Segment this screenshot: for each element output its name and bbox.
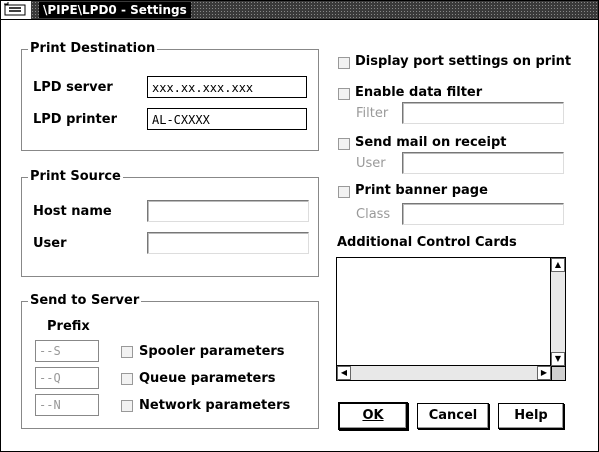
- spooler-parameters-label: Spooler parameters: [139, 344, 285, 359]
- cancel-button-label: Cancel: [428, 408, 478, 423]
- mail-user-field[interactable]: [402, 152, 564, 174]
- queue-parameters-checkbox[interactable]: [121, 373, 133, 385]
- print-banner-checkbox[interactable]: [338, 186, 350, 198]
- print-destination-group: Print Destination: [21, 41, 319, 151]
- title-bar[interactable]: \PIPE\LPD0 - Settings: [1, 1, 598, 20]
- window-title: \PIPE\LPD0 - Settings: [39, 2, 191, 18]
- queue-prefix-field[interactable]: --Q: [35, 367, 99, 389]
- ok-button-label: OK: [362, 408, 384, 423]
- horizontal-scrollbar[interactable]: ◀ ▶: [337, 365, 551, 380]
- additional-control-cards-textarea[interactable]: ▲ ▼ ◀ ▶: [336, 257, 566, 381]
- filter-field[interactable]: [402, 102, 564, 124]
- lpd-server-field[interactable]: xxx.xx.xxx.xxx: [147, 76, 307, 98]
- scroll-down-arrow-icon[interactable]: ▼: [551, 352, 565, 366]
- class-label: Class: [356, 207, 391, 222]
- help-button-label: Help: [514, 408, 548, 423]
- send-to-server-title: Send to Server: [28, 293, 142, 309]
- enable-data-filter-checkbox[interactable]: [338, 88, 350, 100]
- additional-control-cards-label: Additional Control Cards: [337, 235, 517, 250]
- send-mail-label: Send mail on receipt: [355, 135, 507, 150]
- display-port-label: Display port settings on print: [355, 54, 572, 69]
- spooler-prefix-field[interactable]: --S: [35, 340, 99, 362]
- user-field[interactable]: [147, 232, 309, 254]
- user-label: User: [33, 236, 67, 251]
- scrollbar-corner: [551, 366, 565, 380]
- print-source-group: Print Source: [21, 169, 319, 277]
- mail-user-label: User: [356, 156, 386, 171]
- filter-label: Filter: [356, 106, 389, 121]
- scroll-up-arrow-icon[interactable]: ▲: [551, 258, 565, 272]
- network-prefix-field[interactable]: --N: [35, 394, 99, 416]
- settings-window: \PIPE\LPD0 - Settings Print Destination …: [0, 0, 599, 452]
- queue-parameters-label: Queue parameters: [139, 371, 276, 386]
- host-name-field[interactable]: [147, 200, 309, 222]
- print-source-title: Print Source: [28, 169, 123, 185]
- lpd-printer-label: LPD printer: [33, 112, 117, 127]
- enable-data-filter-label: Enable data filter: [355, 85, 483, 100]
- ok-button[interactable]: OK: [338, 402, 408, 430]
- spooler-parameters-checkbox[interactable]: [121, 346, 133, 358]
- scroll-right-arrow-icon[interactable]: ▶: [537, 366, 551, 380]
- send-mail-checkbox[interactable]: [338, 138, 350, 150]
- network-parameters-label: Network parameters: [139, 398, 291, 413]
- prefix-label: Prefix: [47, 319, 90, 334]
- class-field[interactable]: [402, 203, 564, 225]
- scroll-left-arrow-icon[interactable]: ◀: [337, 366, 351, 380]
- lpd-server-label: LPD server: [33, 80, 113, 95]
- help-button[interactable]: Help: [498, 403, 564, 429]
- print-banner-label: Print banner page: [355, 183, 488, 198]
- display-port-checkbox[interactable]: [338, 57, 350, 69]
- lpd-printer-field[interactable]: AL-CXXXX: [147, 108, 307, 130]
- vertical-scrollbar[interactable]: ▲ ▼: [550, 258, 565, 366]
- print-destination-title: Print Destination: [28, 41, 158, 57]
- cancel-button[interactable]: Cancel: [417, 403, 489, 429]
- host-name-label: Host name: [33, 204, 112, 219]
- network-parameters-checkbox[interactable]: [121, 400, 133, 412]
- system-menu-icon[interactable]: [3, 2, 29, 17]
